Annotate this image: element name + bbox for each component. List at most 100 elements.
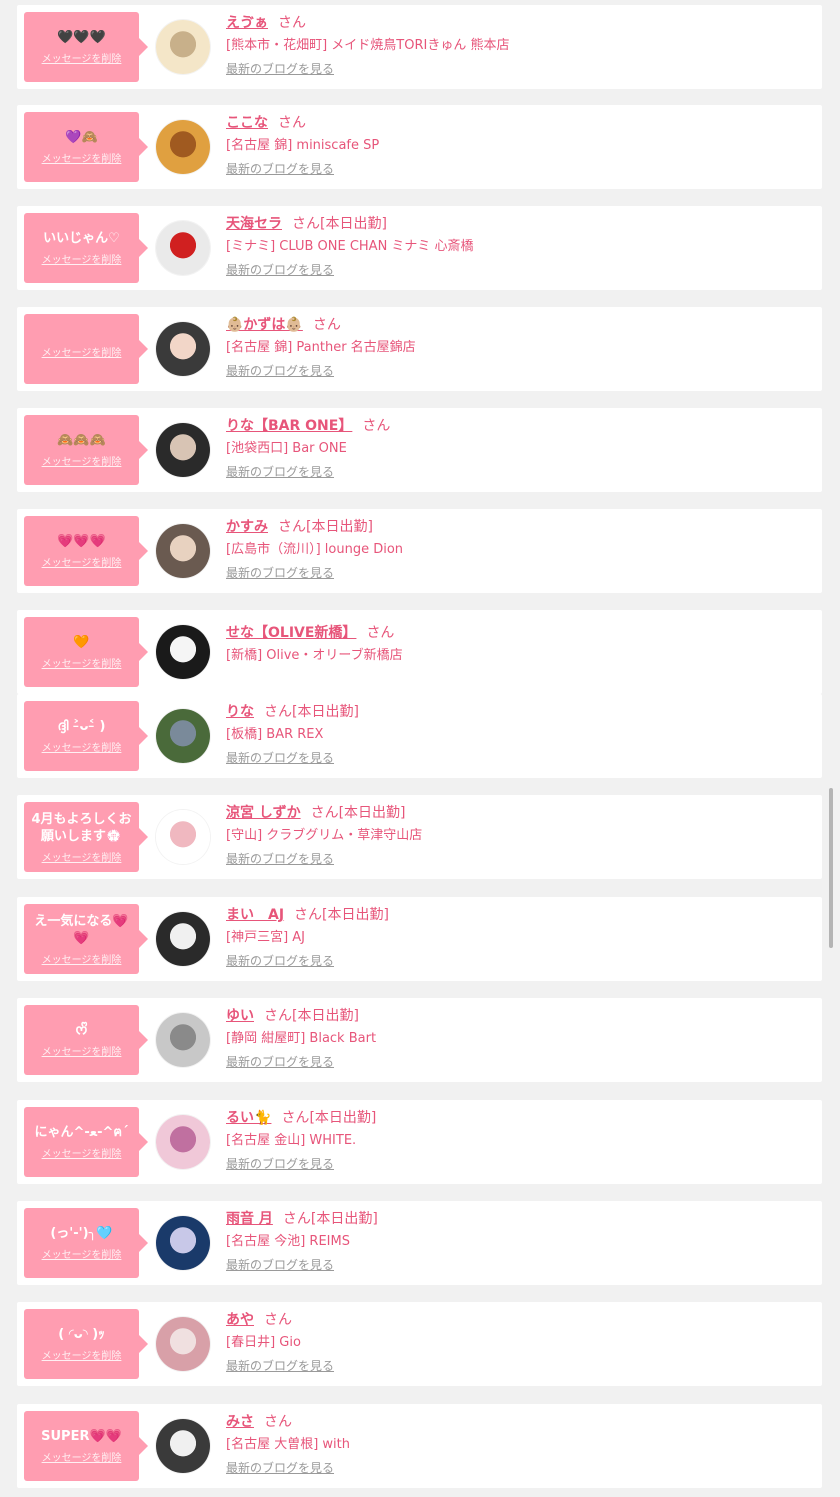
latest-blog-link[interactable]: 最新のブログを見る <box>226 158 334 180</box>
honorific: さん <box>292 216 320 232</box>
status-badge: [本日出勤] <box>292 704 359 720</box>
cast-name-link[interactable]: まい AJ <box>226 907 284 923</box>
latest-blog-link[interactable]: 最新のブログを見る <box>226 1457 334 1479</box>
delete-message-link[interactable]: メッセージを削除 <box>42 1145 122 1160</box>
avatar[interactable] <box>156 423 210 477</box>
message-bubble: ദ്ദി ˃̵ᴗ˂̵ ) メッセージを削除 <box>24 701 148 771</box>
list-item: ദ്ദി ˃̵ᴗ˂̵ ) メッセージを削除 りな さん[本日出勤] [板橋] BA… <box>17 694 822 778</box>
cast-name-link[interactable]: 雨音 月 <box>226 1211 273 1227</box>
latest-blog-link[interactable]: 最新のブログを見る <box>226 58 334 80</box>
latest-blog-link[interactable]: 最新のブログを見る <box>226 1051 334 1073</box>
latest-blog-link[interactable]: 最新のブログを見る <box>226 848 334 870</box>
delete-message-link[interactable]: メッセージを削除 <box>42 554 122 569</box>
delete-message-link[interactable]: メッセージを削除 <box>42 849 122 864</box>
honorific: さん <box>264 704 292 720</box>
list-item: にゃん^-ﻌ-^ฅ´ メッセージを削除 るい🐈 さん[本日出勤] [名古屋 金山]… <box>17 1100 822 1184</box>
status-badge: [本日出勤] <box>292 1008 359 1024</box>
latest-blog-link[interactable]: 最新のブログを見る <box>226 461 334 483</box>
list-item: メッセージを削除 👶🏼かずは👶🏼 さん [名古屋 錦] Panther 名古屋錦店… <box>17 307 822 391</box>
cast-name-link[interactable]: みさ <box>226 1414 254 1430</box>
delete-message-link[interactable]: メッセージを削除 <box>42 150 122 165</box>
status-badge: [本日出勤] <box>309 1110 377 1126</box>
cast-name-link[interactable]: 👶🏼かずは👶🏼 <box>226 317 303 333</box>
latest-blog-link[interactable]: 最新のブログを見る <box>226 1355 334 1377</box>
cast-name-link[interactable]: 天海セラ <box>226 216 282 232</box>
latest-blog-link[interactable]: 最新のブログを見る <box>226 562 334 584</box>
delete-message-link[interactable]: メッセージを削除 <box>42 344 122 359</box>
message-text: にゃん^-ﻌ-^ฅ´ <box>34 1125 129 1140</box>
delete-message-link[interactable]: メッセージを削除 <box>42 951 122 966</box>
cast-name-link[interactable]: 涼宮 しずか <box>226 805 301 821</box>
cast-name-link[interactable]: せな【OLIVE新橋】 <box>226 625 356 641</box>
status-badge: [本日出勤] <box>338 805 406 821</box>
avatar[interactable] <box>156 1216 210 1270</box>
avatar[interactable] <box>156 912 210 966</box>
honorific: さん <box>278 15 306 31</box>
delete-message-link[interactable]: メッセージを削除 <box>42 739 122 754</box>
scrollbar[interactable] <box>829 788 833 948</box>
cast-name-link[interactable]: えゔぁ <box>226 15 268 31</box>
honorific: さん <box>264 1312 292 1328</box>
message-bubble: 🖤🖤🖤 メッセージを削除 <box>24 12 148 82</box>
list-item: (っ'-')╮🩵 メッセージを削除 雨音 月さん[本日出勤] [名古屋 今池] … <box>17 1201 822 1285</box>
latest-blog-link[interactable]: 最新のブログを見る <box>226 259 334 281</box>
message-bubble: メッセージを削除 <box>24 314 148 384</box>
avatar[interactable] <box>156 709 210 763</box>
cast-name-link[interactable]: あや <box>226 1312 254 1328</box>
avatar[interactable] <box>156 625 210 679</box>
honorific: さん <box>278 115 306 131</box>
honorific: さん <box>281 1110 310 1126</box>
delete-message-link[interactable]: メッセージを削除 <box>42 453 122 468</box>
shop-name: [名古屋 錦] Panther 名古屋錦店 <box>226 340 416 355</box>
avatar[interactable] <box>156 810 210 864</box>
honorific: さん <box>310 805 339 821</box>
favorites-list: 🖤🖤🖤 メッセージを削除 えゔぁ さん [熊本市・花畑町] メイド焼鳥TORIきゅ… <box>0 0 840 1497</box>
latest-blog-link[interactable]: 最新のブログを見る <box>226 360 334 382</box>
cast-name-link[interactable]: りな【BAR ONE】 <box>226 418 352 434</box>
avatar[interactable] <box>156 221 210 275</box>
list-item: え一気になる💗💗 メッセージを削除 まい AJ さん[本日出勤] [神戸三宮] A… <box>17 897 822 981</box>
message-text: ( ◜ᴗ◝ )ｯ <box>58 1327 105 1342</box>
delete-message-link[interactable]: メッセージを削除 <box>42 1043 122 1058</box>
list-item: いいじゃん♡ メッセージを削除 天海セラ さん[本日出勤] [ミナミ] CLUB … <box>17 206 822 290</box>
delete-message-link[interactable]: メッセージを削除 <box>42 1246 122 1261</box>
avatar[interactable] <box>156 524 210 578</box>
latest-blog-link[interactable]: 最新のブログを見る <box>226 1153 334 1175</box>
delete-message-link[interactable]: メッセージを削除 <box>42 1347 122 1362</box>
cast-name-link[interactable]: ゆい <box>226 1008 254 1024</box>
latest-blog-link[interactable]: 最新のブログを見る <box>226 950 334 972</box>
delete-message-link[interactable]: メッセージを削除 <box>42 50 122 65</box>
message-bubble: にゃん^-ﻌ-^ฅ´ メッセージを削除 <box>24 1107 148 1177</box>
delete-message-link[interactable]: メッセージを削除 <box>42 655 122 670</box>
message-text: いいじゃん♡ <box>43 231 120 246</box>
status-badge: [本日出勤] <box>320 216 387 232</box>
avatar[interactable] <box>156 20 210 74</box>
message-bubble: 💜🙈 メッセージを削除 <box>24 112 148 182</box>
status-badge: [本日出勤] <box>322 907 389 923</box>
avatar[interactable] <box>156 1419 210 1473</box>
avatar[interactable] <box>156 1115 210 1169</box>
cast-name-link[interactable]: かすみ <box>226 519 268 535</box>
cast-name-link[interactable]: るい🐈 <box>226 1110 271 1126</box>
status-badge: [本日出勤] <box>310 1211 378 1227</box>
avatar[interactable] <box>156 1013 210 1067</box>
list-item: SUPER💗💗 メッセージを削除 みさ さん [名古屋 大曽根] with 最新の… <box>17 1404 822 1488</box>
avatar[interactable] <box>156 322 210 376</box>
list-item: 💗💗💗 メッセージを削除 かすみ さん[本日出勤] [広島市（流川）] loung… <box>17 509 822 593</box>
shop-name: [守山] クラブグリム・草津守山店 <box>226 828 423 843</box>
delete-message-link[interactable]: メッセージを削除 <box>42 1449 122 1464</box>
message-bubble: 4月もよろしくお願いします💮 メッセージを削除 <box>24 802 148 872</box>
list-item: 🧡 メッセージを削除 せな【OLIVE新橋】 さん [新橋] Olive・オリーブ… <box>17 610 822 694</box>
shop-name: [ミナミ] CLUB ONE CHAN ミナミ 心斎橋 <box>226 239 474 254</box>
latest-blog-link[interactable]: 最新のブログを見る <box>226 1254 334 1276</box>
message-bubble: (っ'-')╮🩵 メッセージを削除 <box>24 1208 148 1278</box>
cast-name-link[interactable]: ここな <box>226 115 268 131</box>
latest-blog-link[interactable]: 最新のブログを見る <box>226 747 334 769</box>
cast-name-link[interactable]: りな <box>226 704 254 720</box>
avatar[interactable] <box>156 1317 210 1371</box>
honorific: さん <box>264 1414 292 1430</box>
delete-message-link[interactable]: メッセージを削除 <box>42 251 122 266</box>
list-item: ( ◜ᴗ◝ )ｯ メッセージを削除 あや さん [春日井] Gio 最新のブログを… <box>17 1302 822 1386</box>
avatar[interactable] <box>156 120 210 174</box>
message-text: 💗💗💗 <box>57 534 106 549</box>
